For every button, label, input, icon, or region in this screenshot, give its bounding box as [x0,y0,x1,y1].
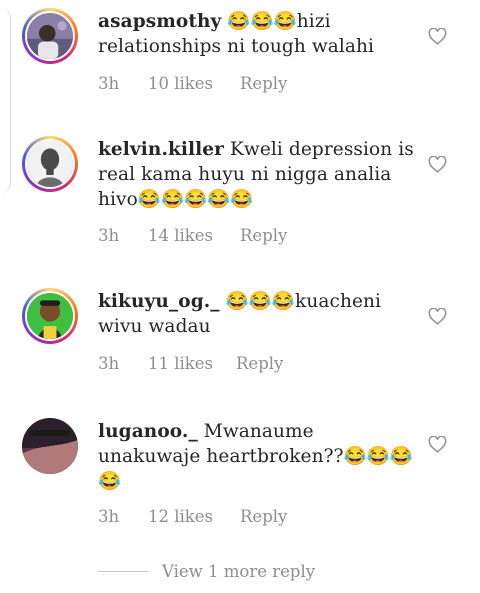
comment-username[interactable]: kikuyu_og._ [98,291,220,312]
comment-likes[interactable]: 12 likes [148,507,240,526]
comment-text-block: luganoo._ Mwanaume unakuwaje heartbroken… [98,419,420,494]
view-more-replies-button[interactable]: View 1 more reply [98,562,315,581]
thread-line [0,8,11,193]
avatar-photo [27,13,73,59]
reply-button[interactable]: Reply [236,354,283,373]
heart-outline-icon[interactable] [428,156,447,173]
comment-text-block: kelvin.killer Kweli depression is real k… [98,137,420,212]
view-more-label: View 1 more reply [162,562,316,581]
avatar-photo [22,418,78,474]
comment-username[interactable]: asapsmothy [98,11,221,32]
divider-dash [98,571,148,572]
comment-likes[interactable]: 10 likes [148,74,240,93]
comment-time: 3h [98,507,120,526]
heart-outline-icon[interactable] [428,308,447,325]
heart-outline-icon[interactable] [428,28,447,45]
reply-button[interactable]: Reply [240,74,287,93]
comment-meta: 3h 14 likes Reply [98,226,287,245]
comment-text-block: asapsmothy 😂😂😂hizi relationships ni toug… [98,9,420,59]
comment-likes[interactable]: 11 likes [148,354,236,373]
reply-button[interactable]: Reply [240,507,287,526]
comment-time: 3h [98,354,120,373]
comment-time: 3h [98,74,120,93]
avatar-photo [27,293,73,339]
heart-outline-icon[interactable] [428,436,447,453]
comment-meta: 3h 12 likes Reply [98,507,287,526]
avatar[interactable] [22,8,78,64]
comment-username[interactable]: kelvin.killer [98,139,224,160]
comment-username[interactable]: luganoo._ [98,421,198,442]
avatar[interactable] [22,288,78,344]
avatar[interactable] [22,136,78,192]
comment-likes[interactable]: 14 likes [148,226,240,245]
comment-meta: 3h 11 likes Reply [98,354,283,373]
reply-button[interactable]: Reply [240,226,287,245]
avatar[interactable] [22,418,78,474]
comment-text-block: kikuyu_og._ 😂😂😂kuacheni wivu wadau [98,289,420,339]
comment-meta: 3h 10 likes Reply [98,74,287,93]
comment-time: 3h [98,226,120,245]
avatar-photo [27,141,73,187]
